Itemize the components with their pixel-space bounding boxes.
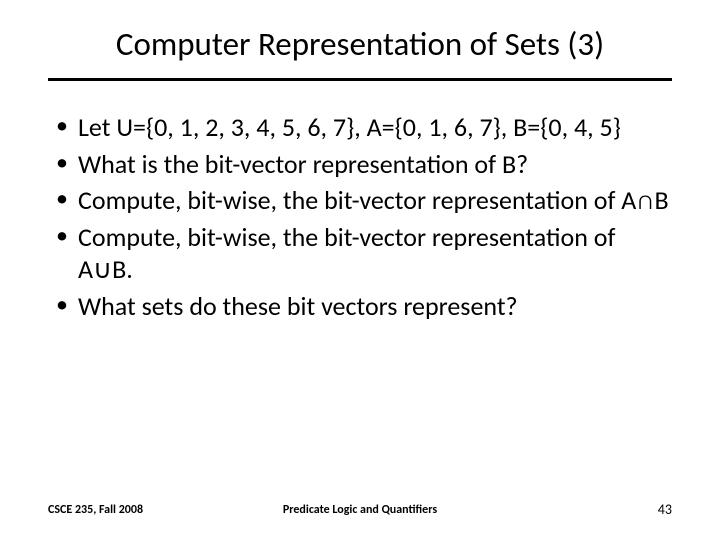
- bullet-item: Compute, bit-wise, the bit-vector repres…: [52, 221, 672, 286]
- bullet-item: What sets do these bit vectors represent…: [52, 290, 672, 323]
- slide-title: Computer Representation of Sets (3): [48, 24, 672, 81]
- bullet-item: Compute, bit-wise, the bit-vector repres…: [52, 184, 672, 217]
- slide-footer: CSCE 235, Fall 2008 Predicate Logic and …: [0, 501, 720, 518]
- bullet-item: What is the bit-vector representation of…: [52, 148, 672, 181]
- footer-topic: Predicate Logic and Quantifiers: [283, 503, 437, 517]
- slide-content: Let U={0, 1, 2, 3, 4, 5, 6, 7}, A={0, 1,…: [48, 111, 672, 540]
- bullet-list: Let U={0, 1, 2, 3, 4, 5, 6, 7}, A={0, 1,…: [52, 111, 672, 322]
- page-number: 43: [658, 501, 672, 518]
- bullet-item: Let U={0, 1, 2, 3, 4, 5, 6, 7}, A={0, 1,…: [52, 111, 672, 144]
- footer-course-info: CSCE 235, Fall 2008: [48, 503, 143, 517]
- slide-container: Computer Representation of Sets (3) Let …: [0, 0, 720, 540]
